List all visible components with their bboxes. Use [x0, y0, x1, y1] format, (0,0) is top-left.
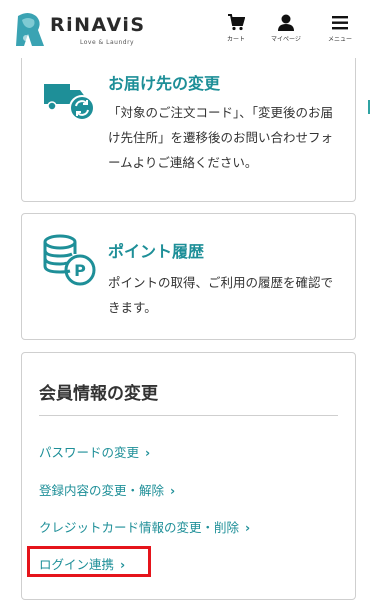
menu-button[interactable]: メニュー [318, 14, 362, 48]
chevron-right-icon: › [170, 483, 176, 498]
site-header: RiNAViS Love & Laundry カート マイページ メニュー [0, 0, 373, 56]
credit-card-change-link[interactable]: クレジットカード情報の変更・削除 › [39, 517, 250, 536]
cart-label: カート [226, 36, 245, 43]
member-info-card: 会員情報の変更 パスワードの変更 › 登録内容の変更・解除 › クレジットカード情報… [21, 352, 356, 600]
password-change-label: パスワードの変更 [39, 445, 140, 460]
divider [39, 415, 338, 416]
scroll-indicator [368, 100, 370, 114]
registration-change-link[interactable]: 登録内容の変更・解除 › [39, 480, 175, 499]
hamburger-menu-icon [332, 16, 348, 30]
mypage-button[interactable]: マイページ [264, 14, 308, 48]
address-change-description: 「対象のご注文コード」、「変更後のお届け先住所」を遷移後のお問い合わせフォームよ… [108, 105, 334, 170]
svg-text:P: P [74, 261, 86, 280]
chevron-right-icon: › [245, 520, 251, 535]
cart-button[interactable]: カート [214, 14, 258, 48]
registration-change-label: 登録内容の変更・解除 [39, 483, 165, 498]
point-history-description: ポイントの取得、ご利用の履歴を確認できます。 [108, 275, 334, 315]
point-history-card[interactable]: P ポイント履歴 ポイントの取得、ご利用の履歴を確認できます。 [21, 213, 356, 340]
address-change-title: お届け先の変更 [108, 74, 221, 93]
chevron-right-icon: › [145, 445, 151, 460]
logo-text: RiNAViS [50, 14, 146, 36]
logo-subtitle: Love & Laundry [80, 39, 135, 46]
address-change-card[interactable]: お届け先の変更 「対象のご注文コード」、「変更後のお届け先住所」を遷移後のお問い… [21, 58, 356, 202]
delivery-truck-icon [44, 84, 95, 121]
user-icon [278, 14, 294, 31]
menu-label: メニュー [327, 36, 352, 43]
coins-icon: P [43, 234, 96, 286]
password-change-link[interactable]: パスワードの変更 › [39, 442, 150, 461]
highlight-box [27, 546, 151, 577]
point-history-title: ポイント履歴 [108, 242, 205, 261]
credit-card-change-label: クレジットカード情報の変更・削除 [39, 520, 240, 535]
mypage-label: マイページ [271, 36, 301, 43]
site-logo[interactable]: RiNAViS Love & Laundry [14, 10, 144, 50]
logo-mark-icon [16, 13, 44, 46]
member-info-title: 会員情報の変更 [39, 384, 158, 404]
cart-icon [228, 14, 245, 31]
